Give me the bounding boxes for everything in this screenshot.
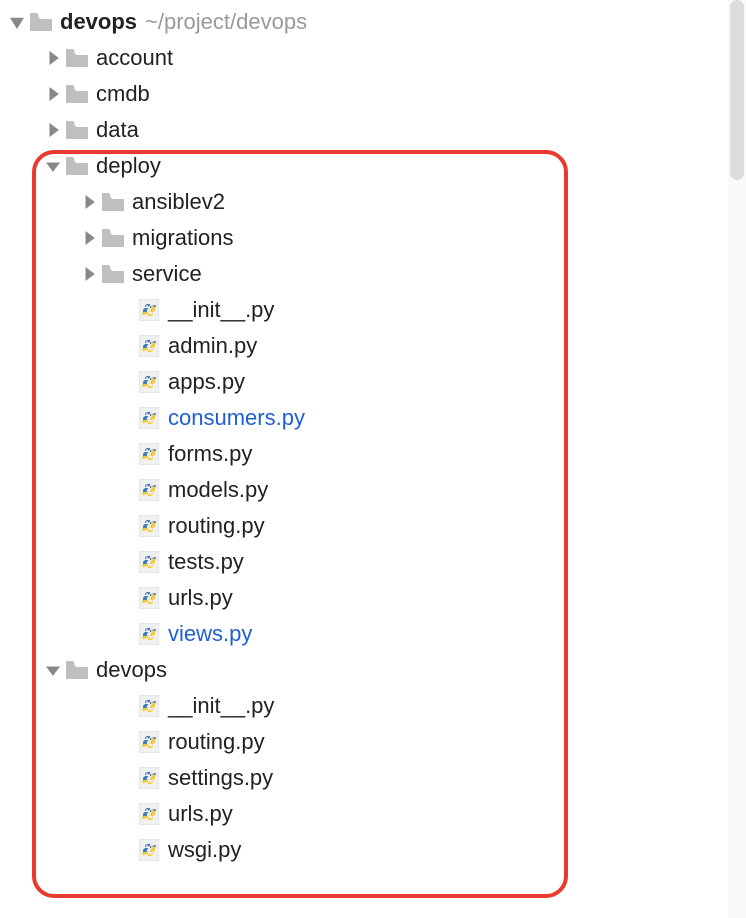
chevron-right-icon[interactable] xyxy=(80,265,98,283)
folder-label: devops xyxy=(96,657,167,683)
folder-icon xyxy=(66,659,88,681)
chevron-down-icon[interactable] xyxy=(8,13,26,31)
scrollbar-vertical[interactable] xyxy=(728,0,746,918)
python-file-icon xyxy=(138,767,160,789)
tree-item[interactable]: data xyxy=(0,112,746,148)
python-file-icon xyxy=(138,551,160,573)
tree-root-row[interactable]: devops ~/project/devops xyxy=(0,4,746,40)
tree-item[interactable]: apps.py xyxy=(0,364,746,400)
file-label: forms.py xyxy=(168,441,252,467)
folder-icon xyxy=(102,191,124,213)
python-file-icon xyxy=(138,695,160,717)
tree-item[interactable]: deploy xyxy=(0,148,746,184)
chevron-right-icon[interactable] xyxy=(44,85,62,103)
file-label: urls.py xyxy=(168,585,233,611)
file-label: apps.py xyxy=(168,369,245,395)
folder-icon xyxy=(102,263,124,285)
tree-item[interactable]: wsgi.py xyxy=(0,832,746,868)
folder-label: devops xyxy=(60,9,137,35)
python-file-icon xyxy=(138,623,160,645)
tree-item[interactable]: tests.py xyxy=(0,544,746,580)
tree-item[interactable]: __init__.py xyxy=(0,292,746,328)
project-tree: devops ~/project/devops account cmdb data d… xyxy=(0,0,746,872)
file-label: __init__.py xyxy=(168,693,274,719)
folder-icon xyxy=(66,83,88,105)
tree-item[interactable]: migrations xyxy=(0,220,746,256)
tree-item[interactable]: settings.py xyxy=(0,760,746,796)
tree-item[interactable]: admin.py xyxy=(0,328,746,364)
tree-item[interactable]: devops xyxy=(0,652,746,688)
folder-icon xyxy=(66,119,88,141)
file-label: urls.py xyxy=(168,801,233,827)
tree-item[interactable]: models.py xyxy=(0,472,746,508)
chevron-right-icon[interactable] xyxy=(44,49,62,67)
folder-icon xyxy=(30,11,52,33)
python-file-icon xyxy=(138,803,160,825)
folder-icon xyxy=(66,47,88,69)
tree-item[interactable]: account xyxy=(0,40,746,76)
folder-label: ansiblev2 xyxy=(132,189,225,215)
tree-item[interactable]: routing.py xyxy=(0,724,746,760)
python-file-icon xyxy=(138,443,160,465)
chevron-right-icon[interactable] xyxy=(44,121,62,139)
python-file-icon xyxy=(138,515,160,537)
python-file-icon xyxy=(138,299,160,321)
folder-label: deploy xyxy=(96,153,161,179)
folder-label: data xyxy=(96,117,139,143)
file-label: views.py xyxy=(168,621,252,647)
tree-item[interactable]: service xyxy=(0,256,746,292)
tree-item[interactable]: cmdb xyxy=(0,76,746,112)
folder-label: migrations xyxy=(132,225,233,251)
file-label: tests.py xyxy=(168,549,244,575)
chevron-right-icon[interactable] xyxy=(80,193,98,211)
python-file-icon xyxy=(138,587,160,609)
file-label: settings.py xyxy=(168,765,273,791)
tree-item[interactable]: forms.py xyxy=(0,436,746,472)
folder-path: ~/project/devops xyxy=(145,9,307,35)
file-label: __init__.py xyxy=(168,297,274,323)
python-file-icon xyxy=(138,839,160,861)
python-file-icon xyxy=(138,731,160,753)
tree-item[interactable]: routing.py xyxy=(0,508,746,544)
python-file-icon xyxy=(138,335,160,357)
folder-label: account xyxy=(96,45,173,71)
file-label: consumers.py xyxy=(168,405,305,431)
chevron-down-icon[interactable] xyxy=(44,661,62,679)
file-label: routing.py xyxy=(168,729,265,755)
file-label: wsgi.py xyxy=(168,837,241,863)
tree-item[interactable]: urls.py xyxy=(0,580,746,616)
tree-item[interactable]: urls.py xyxy=(0,796,746,832)
file-label: routing.py xyxy=(168,513,265,539)
python-file-icon xyxy=(138,479,160,501)
python-file-icon xyxy=(138,407,160,429)
folder-label: service xyxy=(132,261,202,287)
scrollbar-thumb[interactable] xyxy=(730,0,744,180)
tree-item[interactable]: __init__.py xyxy=(0,688,746,724)
file-label: models.py xyxy=(168,477,268,503)
folder-label: cmdb xyxy=(96,81,150,107)
folder-icon xyxy=(66,155,88,177)
chevron-right-icon[interactable] xyxy=(80,229,98,247)
folder-icon xyxy=(102,227,124,249)
chevron-down-icon[interactable] xyxy=(44,157,62,175)
tree-item[interactable]: consumers.py xyxy=(0,400,746,436)
tree-item[interactable]: ansiblev2 xyxy=(0,184,746,220)
tree-item[interactable]: views.py xyxy=(0,616,746,652)
file-label: admin.py xyxy=(168,333,257,359)
python-file-icon xyxy=(138,371,160,393)
